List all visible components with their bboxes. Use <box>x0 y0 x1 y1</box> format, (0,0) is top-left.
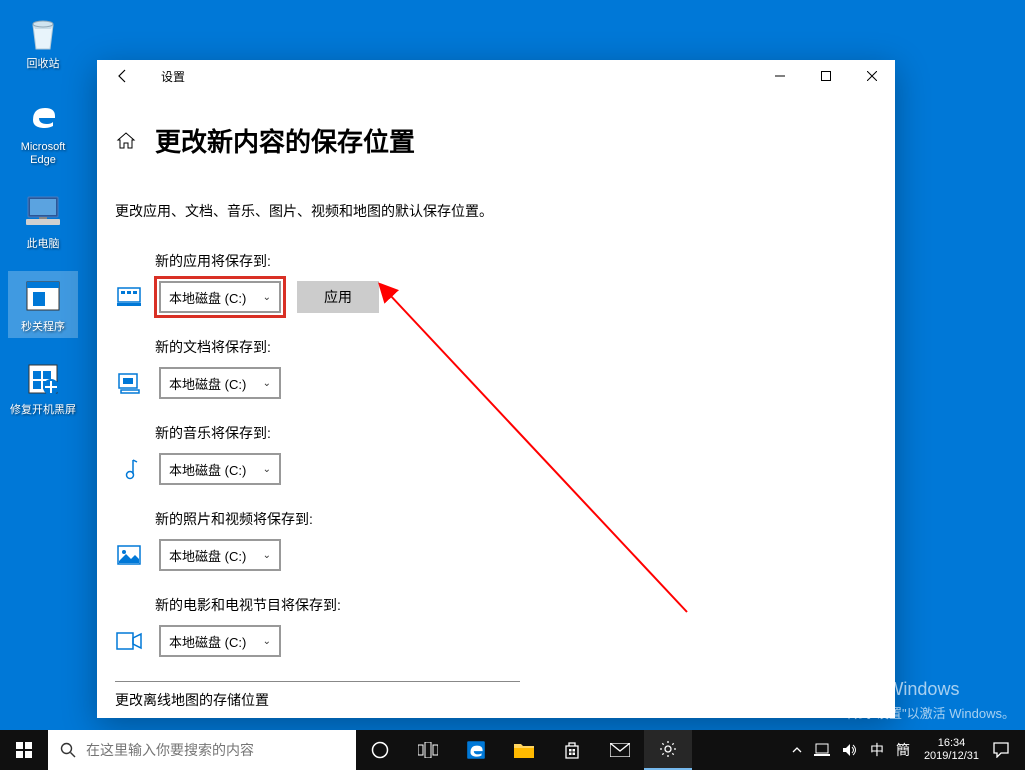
tray-action-center[interactable] <box>987 730 1015 770</box>
cortana-button[interactable] <box>356 730 404 770</box>
setting-group-documents: 新的文档将保存到: 本地磁盘 (C:) ⌄ <box>115 337 877 399</box>
music-location-dropdown[interactable]: 本地磁盘 (C:) ⌄ <box>159 453 281 485</box>
taskbar-mail[interactable] <box>596 730 644 770</box>
watermark-line2: 转到"设置"以激活 Windows。 <box>845 703 1015 722</box>
recycle-bin-icon <box>22 12 64 54</box>
tray-volume-icon[interactable] <box>836 730 864 770</box>
setting-label: 新的文档将保存到: <box>155 337 877 357</box>
dropdown-value: 本地磁盘 (C:) <box>169 288 246 307</box>
home-button[interactable] <box>115 130 137 152</box>
setting-label: 新的电影和电视节目将保存到: <box>155 595 877 615</box>
task-view-button[interactable] <box>404 730 452 770</box>
page-title: 更改新内容的保存位置 <box>155 122 415 159</box>
photos-location-dropdown[interactable]: 本地磁盘 (C:) ⌄ <box>159 539 281 571</box>
desktop-icon-label: 回收站 <box>27 58 60 71</box>
setting-label: 新的音乐将保存到: <box>155 423 877 443</box>
close-button[interactable] <box>849 60 895 92</box>
desktop-icon-label: 秒关程序 <box>21 321 65 334</box>
tray-chevron[interactable] <box>786 730 808 770</box>
tray-network-icon[interactable] <box>808 730 836 770</box>
offline-maps-label: 更改离线地图的存储位置 <box>115 681 520 710</box>
apply-button[interactable]: 应用 <box>297 281 379 313</box>
taskbar-edge[interactable] <box>452 730 500 770</box>
desktop-icon-this-pc[interactable]: 此电脑 <box>8 188 78 255</box>
window-controls <box>757 60 895 92</box>
settings-window: 设置 更改新内容的保存位置 更改应用、文档、音乐、图片、视频和地图的默认保存位置… <box>97 60 895 718</box>
page-subtitle: 更改应用、文档、音乐、图片、视频和地图的默认保存位置。 <box>115 201 877 221</box>
apps-location-dropdown[interactable]: 本地磁盘 (C:) ⌄ <box>159 281 281 313</box>
tray-ime-2[interactable]: 簡 <box>890 730 916 770</box>
search-input[interactable] <box>86 742 344 758</box>
desktop-icon-recycle-bin[interactable]: 回收站 <box>8 8 78 75</box>
photos-icon <box>115 544 143 566</box>
taskbar-store[interactable] <box>548 730 596 770</box>
desktop-icon-shutdown-app[interactable]: 秒关程序 <box>8 271 78 338</box>
documents-location-dropdown[interactable]: 本地磁盘 (C:) ⌄ <box>159 367 281 399</box>
chevron-down-icon: ⌄ <box>263 636 271 647</box>
back-button[interactable] <box>109 62 137 90</box>
this-pc-icon <box>22 192 64 234</box>
dropdown-value: 本地磁盘 (C:) <box>169 460 246 479</box>
documents-icon <box>115 372 143 394</box>
fix-boot-icon <box>22 358 64 400</box>
tray-time: 16:34 <box>938 737 966 750</box>
setting-label: 新的照片和视频将保存到: <box>155 509 877 529</box>
apps-icon <box>115 286 143 308</box>
desktop-icon-label: Microsoft Edge <box>10 141 76 167</box>
chevron-down-icon: ⌄ <box>263 378 271 389</box>
dropdown-value: 本地磁盘 (C:) <box>169 546 246 565</box>
titlebar[interactable]: 设置 <box>97 60 895 92</box>
watermark-line1: 激活 Windows <box>845 675 1015 701</box>
edge-icon <box>22 95 64 137</box>
system-tray: 中 簡 16:34 2019/12/31 <box>786 730 1025 770</box>
chevron-down-icon: ⌄ <box>263 292 271 303</box>
desktop-icon-edge[interactable]: Microsoft Edge <box>8 91 78 171</box>
start-button[interactable] <box>0 730 48 770</box>
tray-date: 2019/12/31 <box>924 750 979 763</box>
taskbar-settings[interactable] <box>644 730 692 770</box>
settings-content: 更改新内容的保存位置 更改应用、文档、音乐、图片、视频和地图的默认保存位置。 新… <box>97 92 895 718</box>
taskbar-explorer[interactable] <box>500 730 548 770</box>
setting-group-apps: 新的应用将保存到: 本地磁盘 (C:) ⌄ 应用 <box>115 251 877 313</box>
desktop-icons: 回收站 Microsoft Edge 此电脑 秒关程序 修复开机黑屏 <box>8 8 78 421</box>
setting-group-movies: 新的电影和电视节目将保存到: 本地磁盘 (C:) ⌄ <box>115 595 877 657</box>
shutdown-app-icon <box>22 275 64 317</box>
activation-watermark: 激活 Windows 转到"设置"以激活 Windows。 <box>845 675 1015 722</box>
movies-location-dropdown[interactable]: 本地磁盘 (C:) ⌄ <box>159 625 281 657</box>
taskbar-search[interactable] <box>48 730 356 770</box>
setting-group-photos: 新的照片和视频将保存到: 本地磁盘 (C:) ⌄ <box>115 509 877 571</box>
desktop-icon-label: 此电脑 <box>27 238 60 251</box>
minimize-button[interactable] <box>757 60 803 92</box>
desktop-icon-label: 修复开机黑屏 <box>10 404 76 417</box>
chevron-down-icon: ⌄ <box>263 464 271 475</box>
movies-icon <box>115 630 143 652</box>
desktop-icon-fix-boot[interactable]: 修复开机黑屏 <box>8 354 78 421</box>
music-icon <box>115 458 143 480</box>
setting-label: 新的应用将保存到: <box>155 251 877 271</box>
dropdown-value: 本地磁盘 (C:) <box>169 632 246 651</box>
search-icon <box>60 742 76 758</box>
maximize-button[interactable] <box>803 60 849 92</box>
app-title: 设置 <box>161 68 185 85</box>
taskbar: 中 簡 16:34 2019/12/31 <box>0 730 1025 770</box>
tray-ime-1[interactable]: 中 <box>864 730 890 770</box>
chevron-down-icon: ⌄ <box>263 550 271 561</box>
tray-clock[interactable]: 16:34 2019/12/31 <box>916 737 987 763</box>
setting-group-music: 新的音乐将保存到: 本地磁盘 (C:) ⌄ <box>115 423 877 485</box>
dropdown-value: 本地磁盘 (C:) <box>169 374 246 393</box>
